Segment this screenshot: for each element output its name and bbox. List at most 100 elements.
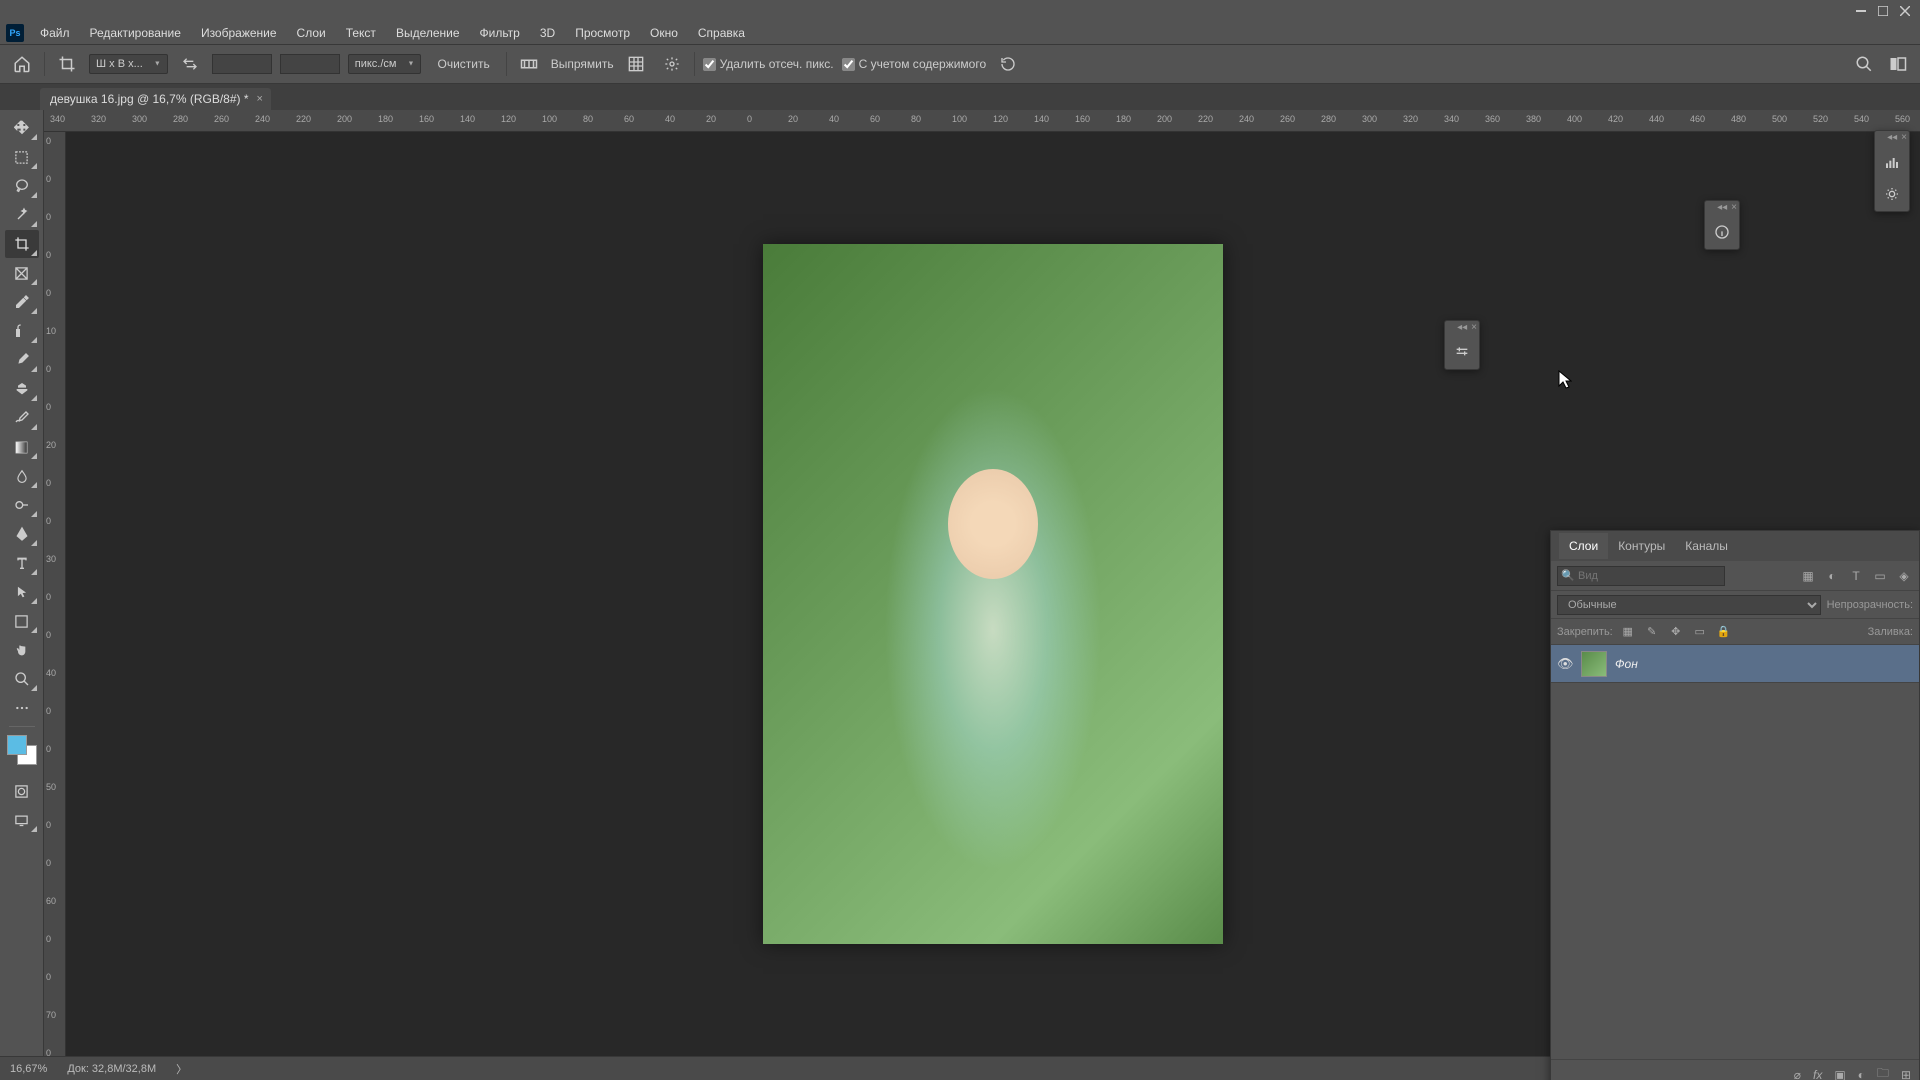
healing-brush-tool[interactable] (5, 317, 39, 345)
path-selection-tool[interactable] (5, 578, 39, 606)
clear-button[interactable]: Очистить (429, 54, 497, 74)
crop-preset-select[interactable]: Ш x В x... (89, 54, 168, 74)
edit-toolbar-button[interactable] (5, 694, 39, 722)
close-icon[interactable]: × (1731, 203, 1737, 213)
adjustments-icon[interactable] (1879, 181, 1905, 207)
lock-transparency-icon[interactable]: ▦ (1619, 623, 1637, 641)
tab-layers[interactable]: Слои (1559, 533, 1608, 559)
mini-panel-info[interactable]: ◂◂ × (1704, 200, 1740, 250)
close-icon[interactable]: × (1901, 133, 1907, 143)
filter-type-icon[interactable]: T (1847, 567, 1865, 585)
width-input[interactable] (212, 54, 272, 74)
crop-tool-icon[interactable] (53, 50, 81, 78)
minimize-button[interactable] (1850, 2, 1872, 20)
rectangle-tool[interactable] (5, 607, 39, 635)
delete-cropped-checkbox[interactable]: Удалить отсеч. пикс. (703, 57, 834, 71)
menu-select[interactable]: Выделение (386, 23, 470, 43)
lock-position-icon[interactable]: ✥ (1667, 623, 1685, 641)
marquee-tool[interactable] (5, 143, 39, 171)
layer-name[interactable]: Фон (1615, 657, 1638, 671)
zoom-level[interactable]: 16,67% (10, 1063, 47, 1075)
blur-tool[interactable] (5, 462, 39, 490)
filter-shape-icon[interactable]: ▭ (1871, 567, 1889, 585)
zoom-tool[interactable] (5, 665, 39, 693)
filter-smart-icon[interactable]: ◈ (1895, 567, 1913, 585)
menu-edit[interactable]: Редактирование (80, 23, 191, 43)
link-layers-icon[interactable]: ⌀ (1794, 1068, 1801, 1080)
document-image[interactable] (763, 244, 1223, 944)
menu-help[interactable]: Справка (688, 23, 755, 43)
filter-pixel-icon[interactable]: ▦ (1799, 567, 1817, 585)
histogram-icon[interactable] (1879, 149, 1905, 175)
new-layer-icon[interactable]: ⊞ (1901, 1068, 1911, 1080)
collapse-icon[interactable]: ◂◂ (1717, 203, 1727, 213)
straighten-icon[interactable] (515, 50, 543, 78)
content-aware-checkbox[interactable]: С учетом содержимого (842, 57, 986, 71)
mini-panel-brush[interactable]: ◂◂ × (1444, 320, 1480, 370)
color-swatches[interactable] (7, 735, 37, 765)
status-arrow-icon[interactable]: 〉 (176, 1061, 187, 1077)
maximize-button[interactable] (1872, 2, 1894, 20)
tab-paths[interactable]: Контуры (1608, 533, 1675, 559)
type-tool[interactable] (5, 549, 39, 577)
lock-artboard-icon[interactable]: ▭ (1691, 623, 1709, 641)
crop-tool[interactable] (5, 230, 39, 258)
layer-row[interactable]: 👁 Фон (1551, 645, 1919, 683)
lock-pixels-icon[interactable]: ✎ (1643, 623, 1661, 641)
brush-tool[interactable] (5, 346, 39, 374)
menu-window[interactable]: Окно (640, 23, 688, 43)
close-button[interactable] (1894, 2, 1916, 20)
group-layers-icon[interactable]: 🗀 (1877, 1064, 1889, 1080)
layer-thumbnail[interactable] (1581, 651, 1607, 677)
close-tab-icon[interactable]: × (257, 93, 263, 105)
swap-dimensions-icon[interactable] (176, 50, 204, 78)
layer-mask-icon[interactable]: ▣ (1834, 1068, 1845, 1080)
layer-fx-icon[interactable]: fx (1813, 1068, 1822, 1080)
menu-file[interactable]: Файл (30, 23, 80, 43)
collapse-icon[interactable]: ◂◂ (1887, 133, 1897, 143)
history-brush-tool[interactable] (5, 404, 39, 432)
lasso-tool[interactable] (5, 172, 39, 200)
frame-tool[interactable] (5, 259, 39, 287)
menu-text[interactable]: Текст (336, 23, 386, 43)
move-tool[interactable] (5, 114, 39, 142)
info-icon[interactable] (1709, 219, 1735, 245)
menu-3d[interactable]: 3D (530, 23, 565, 43)
visibility-toggle-icon[interactable]: 👁 (1557, 656, 1573, 672)
overlay-grid-icon[interactable] (622, 50, 650, 78)
menu-layer[interactable]: Слои (287, 23, 336, 43)
document-size[interactable]: Док: 32,8M/32,8M (67, 1063, 156, 1075)
close-icon[interactable]: × (1471, 323, 1477, 333)
adjustment-layer-icon[interactable]: ◐ (1858, 1068, 1865, 1080)
reset-icon[interactable] (994, 50, 1022, 78)
foreground-color[interactable] (7, 735, 27, 755)
menu-filter[interactable]: Фильтр (470, 23, 530, 43)
search-icon[interactable] (1850, 50, 1878, 78)
unit-select[interactable]: пикс./см (348, 54, 422, 74)
ruler-horizontal[interactable]: 3403203002802602402202001801601401201008… (44, 110, 1920, 132)
brush-settings-icon[interactable] (1449, 339, 1475, 365)
layers-panel[interactable]: Слои Контуры Каналы 🔍 ▦ ◐ T ▭ ◈ Обычные (1550, 530, 1920, 1080)
screen-mode-toggle[interactable] (5, 806, 39, 834)
home-icon[interactable] (8, 50, 36, 78)
mini-panel-adjustments[interactable]: ◂◂ × (1874, 130, 1910, 212)
quick-mask-toggle[interactable] (5, 777, 39, 805)
dodge-tool[interactable] (5, 491, 39, 519)
filter-adjustment-icon[interactable]: ◐ (1823, 567, 1841, 585)
hand-tool[interactable] (5, 636, 39, 664)
collapse-icon[interactable]: ◂◂ (1457, 323, 1467, 333)
menu-image[interactable]: Изображение (191, 23, 287, 43)
clone-stamp-tool[interactable] (5, 375, 39, 403)
menu-view[interactable]: Просмотр (565, 23, 640, 43)
document-tab[interactable]: девушка 16.jpg @ 16,7% (RGB/8#) * × (40, 88, 271, 110)
workspace-icon[interactable] (1884, 50, 1912, 78)
magic-wand-tool[interactable] (5, 201, 39, 229)
straighten-label[interactable]: Выпрямить (551, 57, 614, 71)
lock-all-icon[interactable]: 🔒 (1715, 623, 1733, 641)
ruler-vertical[interactable]: 00000100020003000400050006000700 (44, 132, 66, 1056)
gradient-tool[interactable] (5, 433, 39, 461)
tab-channels[interactable]: Каналы (1675, 533, 1738, 559)
layer-filter-input[interactable] (1557, 566, 1725, 586)
pen-tool[interactable] (5, 520, 39, 548)
settings-gear-icon[interactable] (658, 50, 686, 78)
